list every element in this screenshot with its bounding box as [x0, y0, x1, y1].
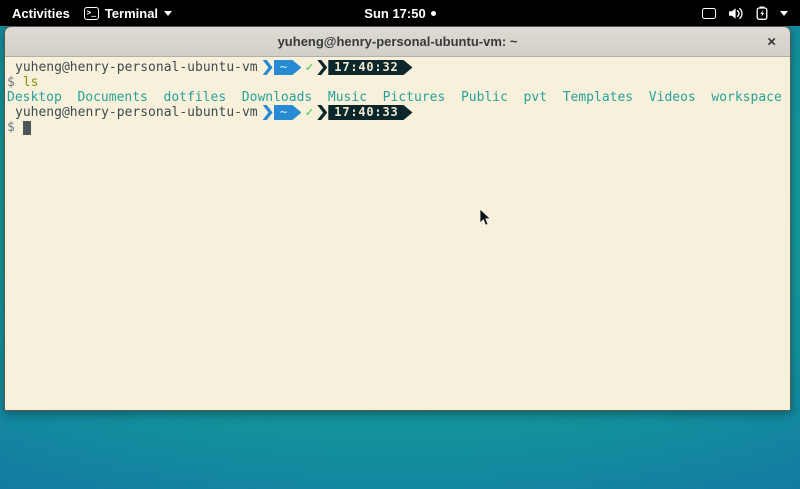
prompt-time-segment: 17:40:33 [328, 105, 412, 120]
prompt-host: yuheng@henry-personal-ubuntu-vm [15, 105, 258, 120]
status-check-icon: ✓ [305, 105, 313, 120]
cursor-line: $ [7, 120, 790, 135]
screen-icon [702, 8, 716, 19]
app-menu-label: Terminal [105, 6, 158, 21]
powerline-chevron-icon [263, 60, 273, 75]
terminal-content[interactable]: yuheng@henry-personal-ubuntu-vm ~ ✓ 17:4… [5, 57, 790, 410]
powerline-chevron-icon [317, 60, 327, 75]
clock[interactable]: Sun 17:50 [364, 6, 425, 21]
system-tray[interactable] [702, 6, 800, 20]
chevron-down-icon [164, 11, 172, 16]
prompt-path-segment: ~ [274, 60, 302, 75]
app-menu-terminal[interactable]: >_ Terminal [84, 6, 172, 21]
prompt-line: yuheng@henry-personal-ubuntu-vm ~ ✓ 17:4… [7, 60, 790, 75]
terminal-icon: >_ [84, 7, 99, 20]
volume-icon [728, 7, 744, 20]
prompt-line: yuheng@henry-personal-ubuntu-vm ~ ✓ 17:4… [7, 105, 790, 120]
top-bar: Activities >_ Terminal Sun 17:50 [0, 0, 800, 26]
prompt-symbol: $ [7, 75, 15, 90]
chevron-down-icon [780, 11, 788, 16]
powerline-chevron-icon [263, 105, 273, 120]
status-check-icon: ✓ [305, 60, 313, 75]
prompt-symbol: $ [7, 120, 15, 135]
prompt-host: yuheng@henry-personal-ubuntu-vm [15, 60, 258, 75]
window-titlebar[interactable]: yuheng@henry-personal-ubuntu-vm: ~ × [5, 27, 790, 57]
battery-charging-icon [756, 6, 768, 20]
prompt-time-segment: 17:40:32 [328, 60, 412, 75]
notification-dot-icon [431, 11, 436, 16]
typed-command: ls [23, 75, 39, 90]
command-line: $ ls [7, 75, 790, 90]
terminal-window: yuheng@henry-personal-ubuntu-vm: ~ × yuh… [4, 26, 791, 411]
terminal-cursor [23, 121, 31, 135]
ls-output-line: Desktop Documents dotfiles Downloads Mus… [7, 90, 790, 105]
prompt-path-segment: ~ [274, 105, 302, 120]
activities-button[interactable]: Activities [12, 6, 70, 21]
powerline-chevron-icon [317, 105, 327, 120]
window-title: yuheng@henry-personal-ubuntu-vm: ~ [278, 34, 518, 49]
close-icon[interactable]: × [767, 34, 776, 49]
